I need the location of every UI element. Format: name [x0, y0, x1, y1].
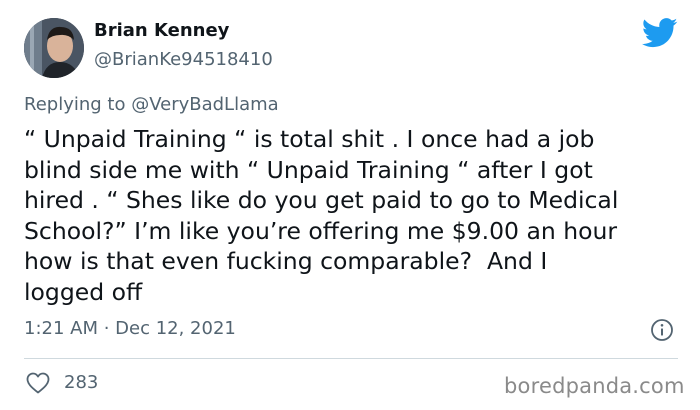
author-name[interactable]: Brian Kenney [94, 20, 229, 41]
replying-to-label: Replying to [24, 94, 132, 115]
author-handle[interactable]: @BrianKe94518410 [94, 49, 273, 70]
heart-icon[interactable] [26, 372, 50, 394]
divider [24, 358, 678, 359]
twitter-bird-icon[interactable] [641, 18, 678, 48]
watermark: boredpanda.com [504, 374, 685, 398]
reply-mention-link[interactable]: @VeryBadLlama [131, 94, 278, 115]
avatar[interactable] [24, 18, 84, 78]
replying-to: Replying to @VeryBadLlama [24, 94, 279, 115]
info-icon[interactable] [650, 318, 674, 342]
like-count: 283 [64, 372, 99, 393]
tweet-text: “ Unpaid Training “ is total shit . I on… [24, 125, 619, 306]
tweet-timestamp[interactable]: 1:21 AM · Dec 12, 2021 [24, 318, 236, 339]
